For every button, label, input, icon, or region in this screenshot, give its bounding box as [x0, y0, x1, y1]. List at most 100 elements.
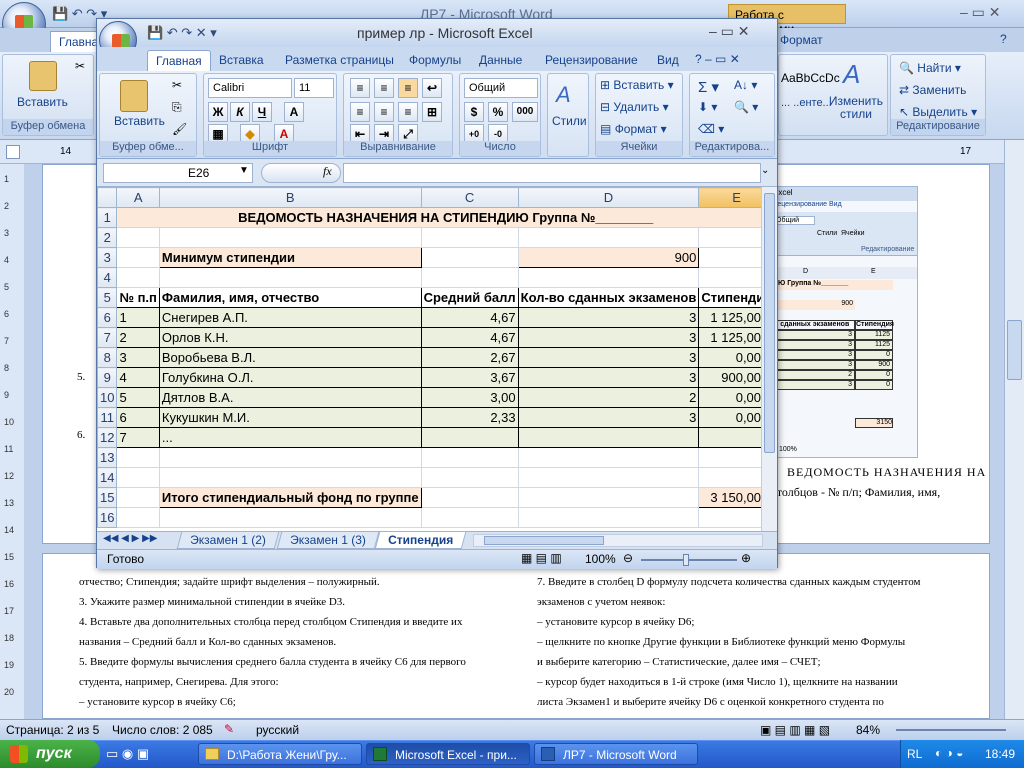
align-middle-icon[interactable]: ≡	[374, 78, 394, 98]
zoom-slider-handle[interactable]	[683, 554, 689, 566]
spellcheck-icon[interactable]: ✎	[224, 722, 234, 736]
cell[interactable]: 5	[116, 387, 160, 408]
word-paste-button[interactable]: Вставить	[17, 95, 68, 109]
scroll-thumb[interactable]	[1007, 320, 1022, 380]
word-tab-format[interactable]: Формат	[780, 33, 823, 47]
cell[interactable]	[517, 487, 700, 508]
percent-button[interactable]: %	[488, 102, 508, 122]
align-center-icon[interactable]: ≡	[374, 102, 394, 122]
tab-home[interactable]: Главная	[147, 50, 211, 71]
cell[interactable]	[517, 267, 700, 288]
paste-icon[interactable]	[29, 61, 57, 91]
change-styles-button[interactable]: Изменить стили	[827, 95, 885, 121]
horizontal-scroll-thumb[interactable]	[484, 536, 604, 545]
cell[interactable]: 4,67	[420, 327, 519, 348]
row-header[interactable]: 10	[97, 387, 118, 408]
bold-button[interactable]: Ж	[208, 102, 228, 122]
title-cell[interactable]: ВЕДОМОСТЬ НАЗНАЧЕНИЯ НА СТИПЕНДИЮ Группа…	[116, 207, 761, 228]
tab-insert[interactable]: Вставка	[211, 50, 272, 71]
taskbar-item-excel[interactable]: Microsoft Excel - при...	[366, 743, 530, 765]
cell[interactable]: Орлов К.Н.	[158, 327, 422, 348]
tab-formulas[interactable]: Формулы	[401, 50, 469, 71]
align-bottom-icon[interactable]: ≡	[398, 78, 418, 98]
fill-icon[interactable]: ⬇ ▾	[698, 100, 717, 114]
cell[interactable]	[420, 447, 519, 468]
cell[interactable]: Средний балл	[420, 287, 519, 308]
cell[interactable]: 3 150,00р.	[698, 487, 761, 508]
row-header[interactable]: 12	[97, 427, 118, 448]
zoom-slider[interactable]	[641, 559, 737, 561]
row-header[interactable]: 14	[97, 467, 118, 488]
cell[interactable]	[116, 487, 160, 508]
cell[interactable]: Кол-во сданных экзаменов	[517, 287, 700, 308]
cell[interactable]	[420, 507, 519, 528]
insert-cells-button[interactable]: ⊞ Вставить ▾	[600, 78, 674, 92]
name-box[interactable]: E26	[103, 163, 253, 183]
cell[interactable]: 0,00р.	[698, 407, 761, 428]
cell[interactable]: 0,00р.	[698, 347, 761, 368]
styles-button[interactable]: Стили	[552, 114, 587, 128]
cell[interactable]: 3	[517, 307, 700, 328]
column-header[interactable]: A	[116, 187, 160, 208]
view-buttons[interactable]: ▣ ▤ ▥ ▦ ▧	[760, 723, 830, 737]
cell[interactable]	[420, 487, 519, 508]
word-count[interactable]: Число слов: 2 085	[112, 723, 213, 737]
italic-button[interactable]: К	[230, 102, 250, 122]
cell[interactable]: 1 125,00р.	[698, 307, 761, 328]
zoom-in-icon[interactable]: ⊕	[741, 551, 751, 565]
cell[interactable]: 3	[116, 347, 160, 368]
cell[interactable]: 3	[517, 347, 700, 368]
column-header[interactable]: E	[698, 187, 761, 208]
cell[interactable]: Голубкина О.Л.	[158, 367, 422, 388]
taskbar-item-word[interactable]: ЛР7 - Microsoft Word	[534, 743, 698, 765]
clear-icon[interactable]: ⌫ ▾	[698, 122, 724, 136]
cell[interactable]: 900	[517, 247, 700, 268]
underline-button[interactable]: Ч	[252, 102, 272, 122]
row-header[interactable]: 11	[97, 407, 118, 428]
row-header[interactable]: 13	[97, 447, 118, 468]
align-top-icon[interactable]: ≡	[350, 78, 370, 98]
find-button[interactable]: 🔍 Найти ▾	[899, 61, 961, 75]
sheet-nav-arrows[interactable]: ◀◀ ◀ ▶ ▶▶	[103, 533, 157, 544]
cell[interactable]: 3	[517, 367, 700, 388]
styles-icon[interactable]: A	[556, 82, 571, 108]
cell[interactable]: 1 125,00р.	[698, 327, 761, 348]
cell[interactable]: 3,00	[420, 387, 519, 408]
row-header[interactable]: 4	[97, 267, 118, 288]
cell[interactable]	[698, 427, 761, 448]
cell[interactable]: Стипендия	[698, 287, 761, 308]
change-styles-icon[interactable]: A	[843, 59, 860, 90]
cell[interactable]	[158, 227, 422, 248]
currency-icon[interactable]: $	[464, 102, 484, 122]
row-header[interactable]: 5	[97, 287, 118, 308]
cut-icon[interactable]: ✂	[75, 59, 85, 73]
language-indicator[interactable]: RL	[907, 747, 922, 761]
tab-review[interactable]: Рецензирование	[537, 50, 646, 71]
cell[interactable]: 3	[517, 327, 700, 348]
cell[interactable]: Снегирев А.П.	[158, 307, 422, 328]
cell[interactable]: 1	[116, 307, 160, 328]
cell[interactable]	[517, 427, 700, 448]
cell[interactable]: 0,00р.	[698, 387, 761, 408]
cell[interactable]	[158, 507, 422, 528]
embedded-excel-screenshot[interactable]: Excel Рецензирование Вид Общий Стили Яче…	[768, 186, 918, 458]
cell[interactable]	[698, 447, 761, 468]
insert-function-button[interactable]: fx	[323, 164, 332, 179]
tab-view[interactable]: Вид	[649, 50, 687, 71]
column-header[interactable]: D	[517, 187, 700, 208]
delete-cells-button[interactable]: ⊟ Удалить ▾	[600, 100, 669, 114]
cell[interactable]	[420, 247, 519, 268]
format-painter-icon[interactable]: 🖌	[172, 122, 187, 136]
cell[interactable]	[158, 267, 422, 288]
cell[interactable]	[420, 427, 519, 448]
taskbar-item-explorer[interactable]: D:\Работа Жени\Гру...	[198, 743, 362, 765]
paste-icon[interactable]	[120, 80, 148, 112]
help-icon[interactable]: ? – ▭ ✕	[695, 52, 740, 66]
cell[interactable]: Воробьева В.Л.	[158, 347, 422, 368]
cell[interactable]	[116, 467, 160, 488]
cell[interactable]: 4,67	[420, 307, 519, 328]
number-format-select[interactable]: Общий	[464, 78, 538, 98]
tab-selector-icon[interactable]	[6, 145, 20, 159]
quick-launch[interactable]: ▭ ◉ ▣	[106, 746, 149, 762]
format-cells-button[interactable]: ▤ Формат ▾	[600, 122, 667, 136]
